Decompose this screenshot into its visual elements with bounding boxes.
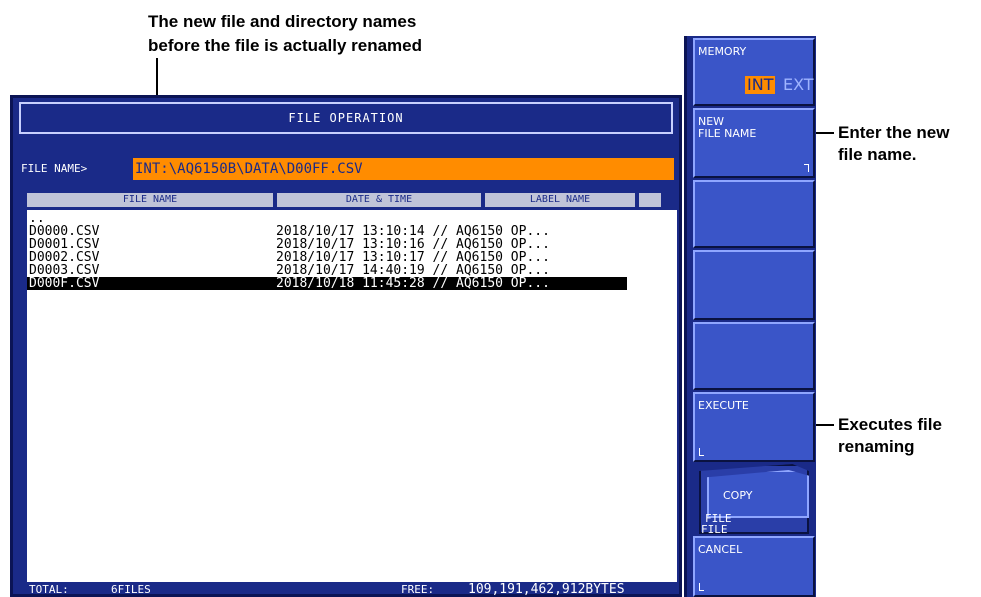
file-tag-2: FILE xyxy=(701,523,728,536)
cancel-label: CANCEL xyxy=(698,543,743,556)
return-corner-icon xyxy=(699,583,704,591)
file-name-input[interactable]: INT:\AQ6150B\DATA\D00FF.CSV xyxy=(133,158,674,180)
execute-softkey[interactable]: EXECUTE xyxy=(693,392,815,462)
file-name-label: FILE NAME> xyxy=(21,162,88,175)
copy-tab-front: COPY xyxy=(707,470,809,518)
column-header-extra xyxy=(639,193,663,207)
annotation-line-2: before the file is actually renamed xyxy=(148,36,422,55)
column-header-date-time[interactable]: DATE & TIME xyxy=(277,193,483,207)
annotation-line-1: The new file and directory names xyxy=(148,12,417,31)
new-file-name-softkey[interactable]: NEW FILE NAME xyxy=(693,108,815,178)
date-time-cell: 2018/10/18 11:45:28 // AQ6150 OP... xyxy=(276,276,550,291)
blank-softkey-5[interactable] xyxy=(693,322,815,390)
free-label: FREE: xyxy=(401,583,435,596)
window-title: FILE OPERATION xyxy=(288,111,404,125)
file-name-cell: D000F.CSV xyxy=(29,276,100,291)
blank-softkey-3[interactable] xyxy=(693,180,815,248)
annotation-enter-name: Enter the new file name. xyxy=(838,123,950,164)
softkey-panel: MEMORY INT EXT NEW FILE NAME EXECUTE COP… xyxy=(684,36,816,597)
return-corner-icon xyxy=(699,448,704,456)
free-value: 109,191,462,912BYTES xyxy=(468,582,625,597)
file-list: .. D0000.CSV 2018/10/17 13:10:14 // AQ61… xyxy=(27,210,677,582)
annotation-executes: Executes file renaming xyxy=(838,415,942,456)
submenu-corner-icon xyxy=(804,164,809,172)
cancel-softkey[interactable]: CANCEL xyxy=(693,536,815,597)
blank-softkey-4[interactable] xyxy=(693,250,815,320)
title-bar: FILE OPERATION xyxy=(19,102,673,134)
status-bar: TOTAL: 6FILES FREE: 109,191,462,912BYTES xyxy=(21,582,675,597)
execute-label: EXECUTE xyxy=(698,399,749,412)
memory-ext-option: EXT xyxy=(783,75,814,94)
file-operation-window: FILE OPERATION FILE NAME> INT:\AQ6150B\D… xyxy=(10,95,682,597)
new-file-name-label: NEW FILE NAME xyxy=(698,115,757,140)
column-header-label-name[interactable]: LABEL NAME xyxy=(485,193,637,207)
memory-int-option: INT xyxy=(745,75,776,94)
annotation-new-names: The new file and directory names before … xyxy=(148,10,548,58)
total-value: 6FILES xyxy=(111,583,151,596)
memory-label: MEMORY xyxy=(698,45,747,58)
total-label: TOTAL: xyxy=(29,583,69,596)
copy-softkey[interactable]: COPY FILE FILE xyxy=(699,464,811,536)
list-item-selected[interactable]: D000F.CSV 2018/10/18 11:45:28 // AQ6150 … xyxy=(27,277,627,290)
copy-label: COPY xyxy=(723,489,753,502)
memory-softkey[interactable]: MEMORY INT EXT xyxy=(693,38,815,106)
column-header-file-name[interactable]: FILE NAME xyxy=(27,193,275,207)
